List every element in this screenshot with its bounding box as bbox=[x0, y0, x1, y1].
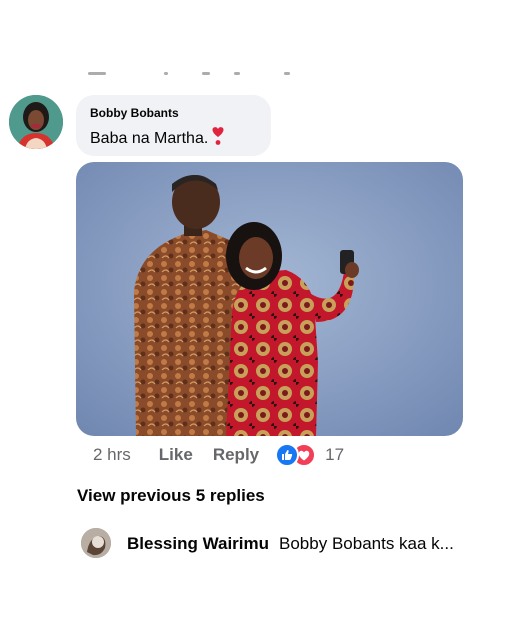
reply-preview-text: Bobby Bobants kaa k... bbox=[279, 534, 454, 553]
cut-off-previous-text bbox=[88, 70, 298, 76]
reply-author-avatar[interactable] bbox=[81, 528, 111, 558]
commenter-avatar[interactable] bbox=[9, 95, 63, 149]
comment-author[interactable]: Bobby Bobants bbox=[90, 105, 257, 121]
comment-bubble: Bobby Bobants Baba na Martha. bbox=[76, 95, 271, 156]
comment-meta-row: 2 hrs Like Reply 17 bbox=[93, 442, 344, 468]
reply-author-name[interactable]: Blessing Wairimu bbox=[127, 534, 269, 554]
view-previous-replies-link[interactable]: View previous 5 replies bbox=[77, 486, 265, 506]
reactions-summary[interactable]: 17 bbox=[275, 443, 344, 467]
red-heart-exclamation-icon bbox=[210, 126, 226, 152]
like-button[interactable]: Like bbox=[159, 445, 193, 465]
reply-button[interactable]: Reply bbox=[213, 445, 259, 465]
comment-photo[interactable] bbox=[76, 162, 463, 436]
latest-reply-preview[interactable]: Blessing Wairimu Bobby Bobants kaa k... bbox=[127, 534, 454, 554]
comment-timestamp[interactable]: 2 hrs bbox=[93, 445, 131, 465]
like-icon bbox=[275, 443, 300, 467]
reaction-count: 17 bbox=[325, 445, 345, 464]
comment-body: Baba na Martha. bbox=[90, 126, 257, 152]
comment-text: Baba na Martha. bbox=[90, 130, 209, 147]
